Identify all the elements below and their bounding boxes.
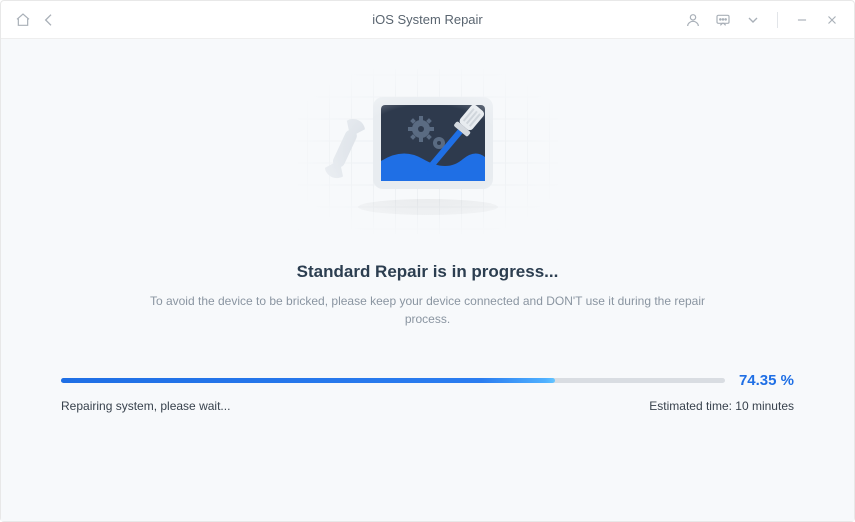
main-content: Standard Repair is in progress... To avo… [1, 39, 854, 521]
titlebar-left-controls [15, 12, 57, 28]
home-icon[interactable] [15, 12, 31, 28]
progress-heading: Standard Repair is in progress... [297, 262, 559, 282]
status-row: Repairing system, please wait... Estimat… [61, 399, 794, 413]
status-right: Estimated time: 10 minutes [649, 399, 794, 413]
titlebar-right-controls [685, 12, 840, 28]
progress-bar [61, 378, 725, 383]
chevron-down-icon[interactable] [745, 12, 761, 28]
back-icon[interactable] [41, 12, 57, 28]
progress-fill [61, 378, 555, 383]
status-left: Repairing system, please wait... [61, 399, 230, 413]
progress-subtext: To avoid the device to be bricked, pleas… [148, 292, 708, 328]
progress-row: 74.35 % [61, 372, 794, 389]
window-title: iOS System Repair [372, 12, 483, 27]
feedback-icon[interactable] [715, 12, 731, 28]
titlebar-separator [777, 12, 778, 28]
minimize-icon[interactable] [794, 12, 810, 28]
close-icon[interactable] [824, 12, 840, 28]
repair-illustration [298, 69, 558, 234]
app-window: iOS System Repair [0, 0, 855, 522]
user-icon[interactable] [685, 12, 701, 28]
progress-percent: 74.35 % [739, 372, 794, 389]
titlebar: iOS System Repair [1, 1, 854, 39]
